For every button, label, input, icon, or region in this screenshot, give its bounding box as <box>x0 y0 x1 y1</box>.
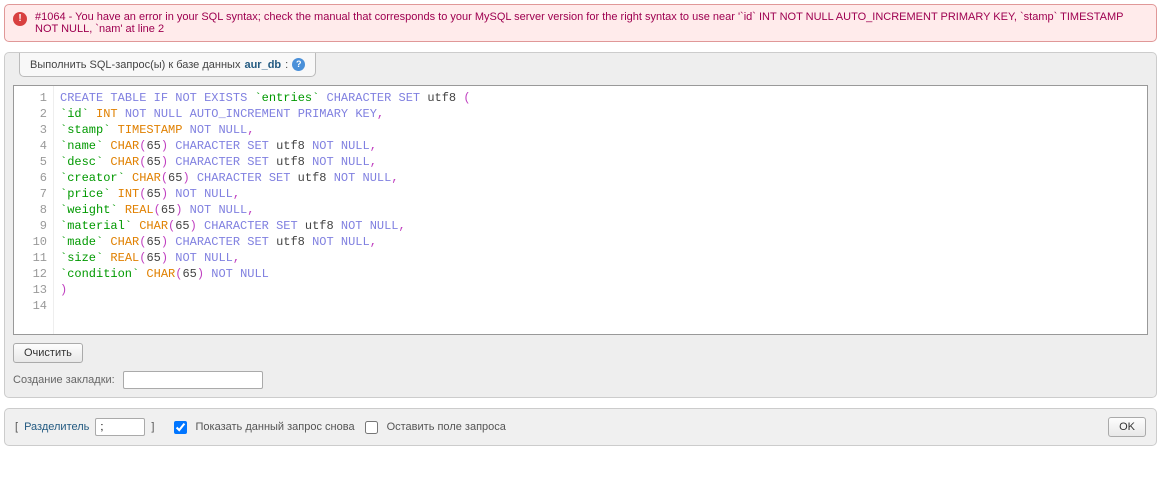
tab-db-name: aur_db <box>244 59 281 71</box>
tab-prefix: Выполнить SQL-запрос(ы) к базе данных <box>30 59 240 71</box>
delimiter-link[interactable]: Разделитель <box>24 421 89 433</box>
delimiter-input[interactable] <box>95 418 145 436</box>
keep-query-label[interactable]: Оставить поле запроса <box>387 421 506 433</box>
keep-query-checkbox[interactable] <box>365 421 378 434</box>
bookmark-input[interactable] <box>123 371 263 389</box>
sql-tab[interactable]: Выполнить SQL-запрос(ы) к базе данных au… <box>19 53 316 77</box>
bookmark-label: Создание закладки: <box>13 374 115 386</box>
line-gutter: 1234567891011121314 <box>14 86 54 334</box>
ok-button[interactable]: OK <box>1108 417 1146 437</box>
sql-code[interactable]: CREATE TABLE IF NOT EXISTS `entries` CHA… <box>54 86 1147 334</box>
help-icon[interactable]: ? <box>292 58 305 71</box>
sql-error-message: ! #1064 - You have an error in your SQL … <box>4 4 1157 42</box>
error-text: #1064 - You have an error in your SQL sy… <box>35 11 1148 35</box>
error-icon: ! <box>13 12 27 26</box>
tab-bar: Выполнить SQL-запрос(ы) к базе данных au… <box>5 53 1156 77</box>
show-again-label[interactable]: Показать данный запрос снова <box>196 421 355 433</box>
delimiter-bracket-close: ] <box>151 421 154 433</box>
delimiter-bracket-open: [ <box>15 421 18 433</box>
clear-button[interactable]: Очистить <box>13 343 83 363</box>
footer-bar: [ Разделитель ] Показать данный запрос с… <box>4 408 1157 446</box>
tab-suffix: : <box>285 59 288 71</box>
sql-panel: Выполнить SQL-запрос(ы) к базе данных au… <box>4 52 1157 398</box>
show-again-checkbox[interactable] <box>174 421 187 434</box>
sql-editor[interactable]: 1234567891011121314 CREATE TABLE IF NOT … <box>13 85 1148 335</box>
